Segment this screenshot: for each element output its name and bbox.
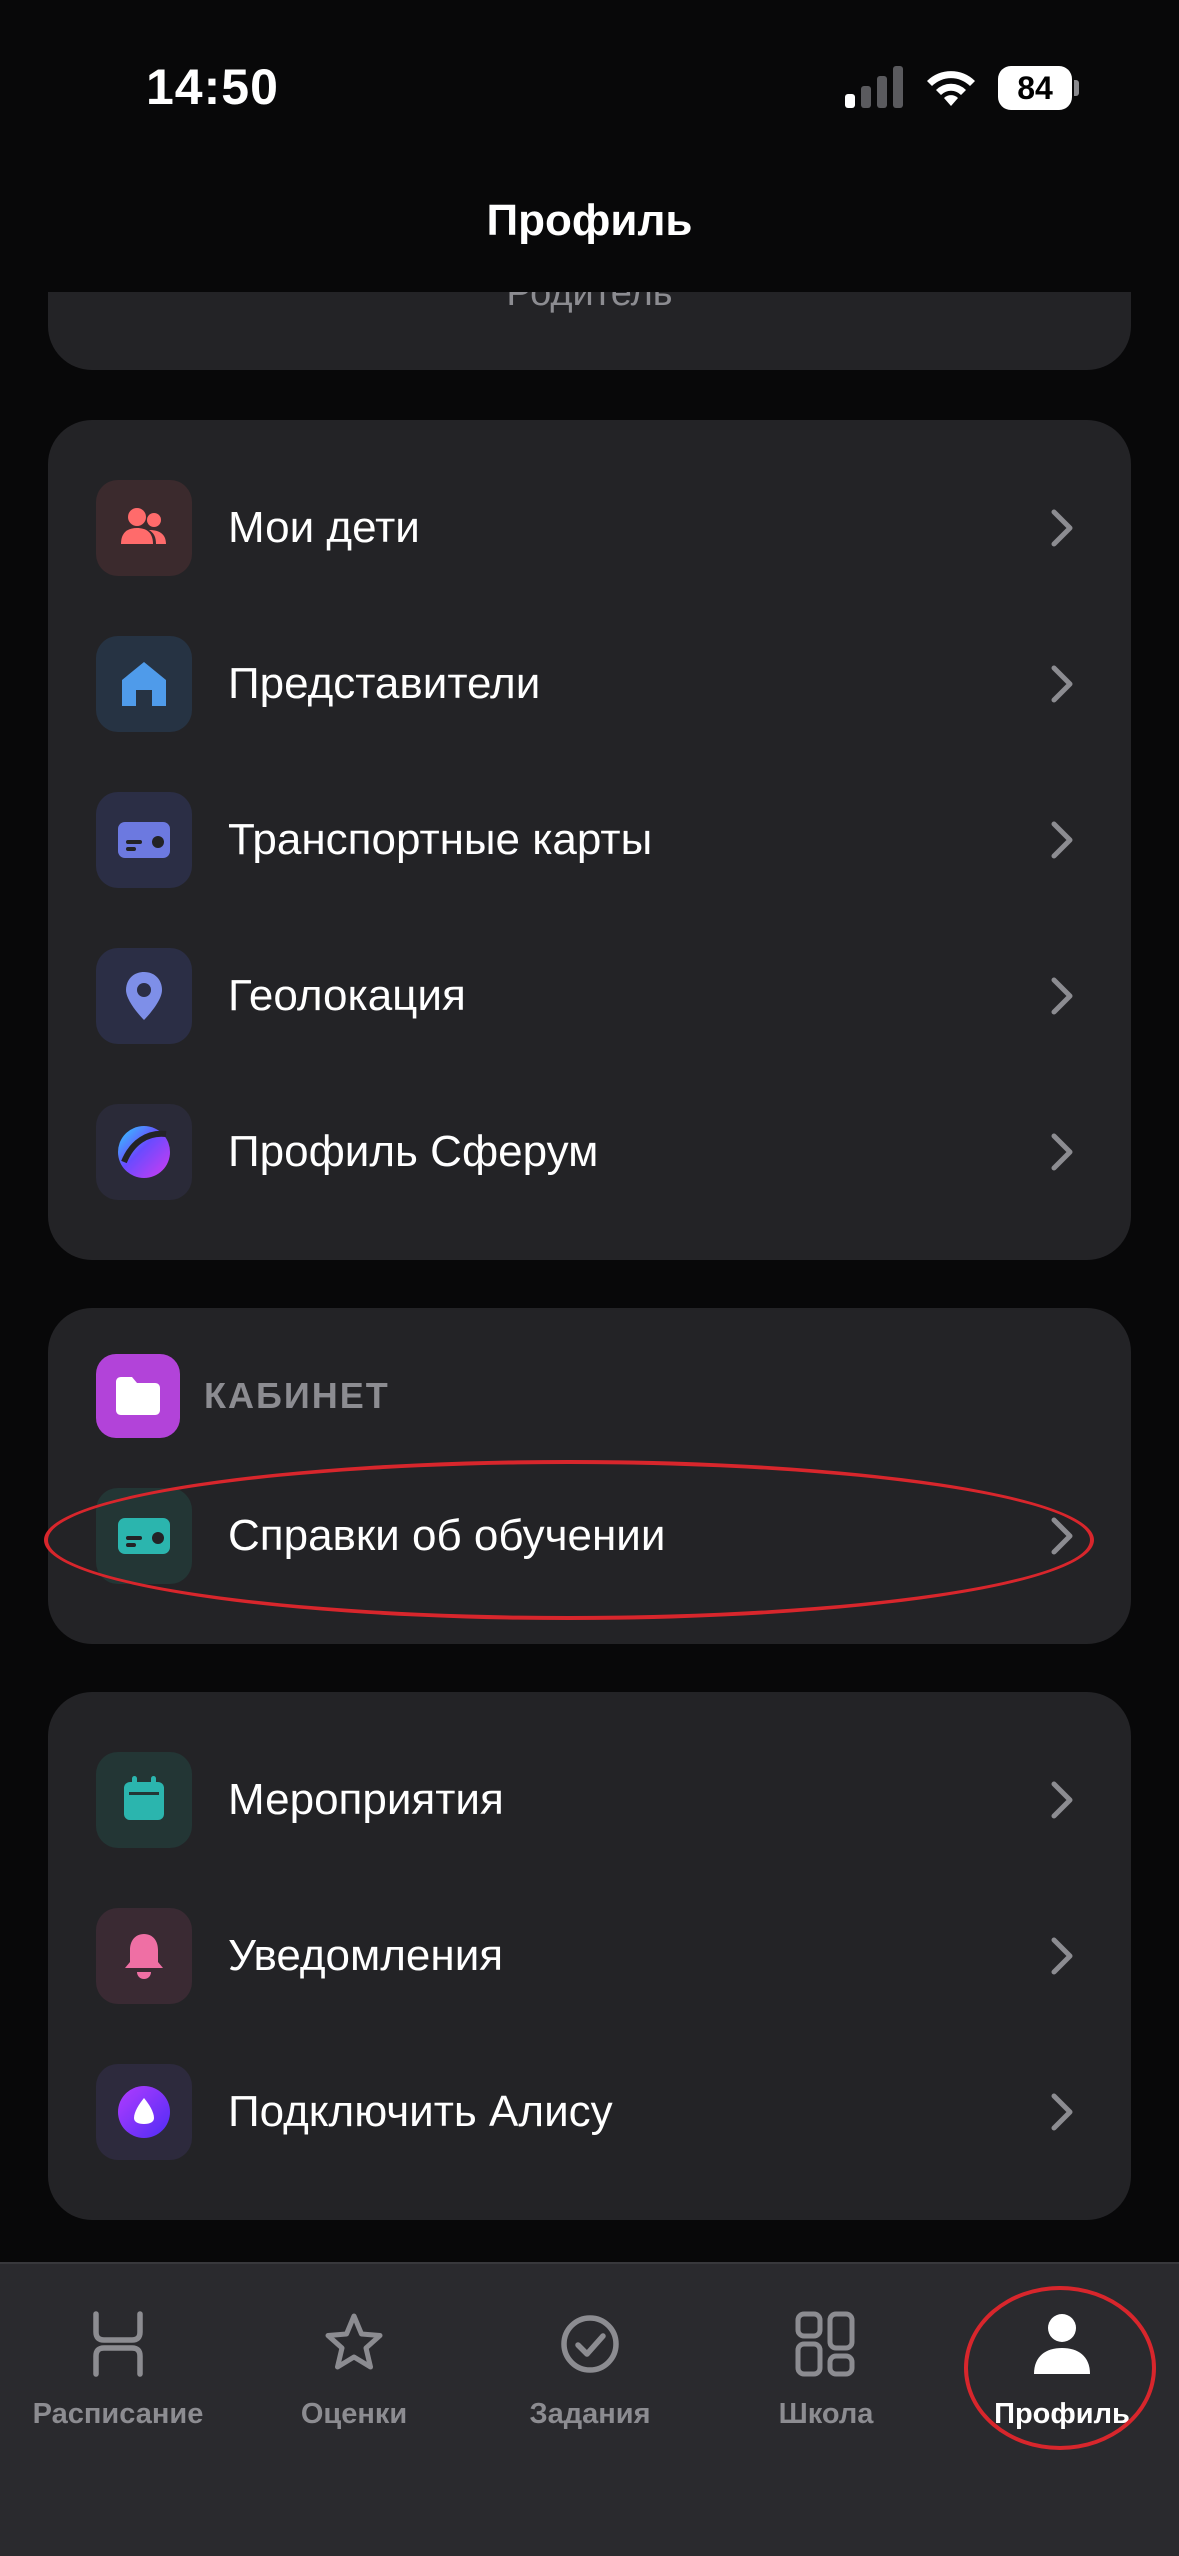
person-icon: [1034, 2314, 1090, 2374]
tab-grades[interactable]: Оценки: [236, 2264, 472, 2464]
chevron-right-icon: [1051, 1937, 1073, 1975]
cabinet-header: КАБИНЕТ: [48, 1354, 1131, 1438]
battery-tip: [1074, 80, 1079, 96]
check-circle-icon: [561, 2315, 619, 2373]
tab-profile[interactable]: Профиль: [944, 2264, 1179, 2464]
page-title: Профиль: [486, 196, 693, 245]
menu-item-label: Мои дети: [228, 503, 420, 552]
menu-item-notifications[interactable]: Уведомления: [48, 1878, 1131, 2034]
menu-item-label: Подключить Алису: [228, 2087, 613, 2136]
menu-item-education-certificates[interactable]: Справки об обучении: [48, 1458, 1131, 1614]
bottom-tab-bar: Расписание Оценки Задания Школа Профиль: [0, 2262, 1179, 2556]
cabinet-title: КАБИНЕТ: [204, 1375, 390, 1416]
chevron-right-icon: [1051, 1517, 1073, 1555]
chevron-right-icon: [1051, 821, 1073, 859]
profile-summary-card: Родитель: [48, 292, 1131, 370]
services-group: Мероприятия Уведомления Подключить Алису: [48, 1692, 1131, 2220]
menu-item-transport-cards[interactable]: Транспортные карты: [48, 762, 1131, 918]
chevron-right-icon: [1051, 1133, 1073, 1171]
chevron-right-icon: [1051, 2093, 1073, 2131]
status-time: 14:50: [146, 59, 279, 115]
chevron-right-icon: [1051, 665, 1073, 703]
menu-item-geolocation[interactable]: Геолокация: [48, 918, 1131, 1074]
cellular-signal-icon: [845, 66, 903, 108]
bell-icon: [96, 1908, 192, 2004]
cabinet-group: КАБИНЕТ Справки об обучении: [48, 1308, 1131, 1644]
profile-menu-group: Мои дети Представители Транспортные карт…: [48, 420, 1131, 1260]
school-grid-icon: [795, 2311, 855, 2377]
sferum-logo-icon: [96, 1104, 192, 1200]
location-pin-icon: [96, 948, 192, 1044]
tab-label: Задания: [529, 2398, 651, 2430]
menu-item-label: Представители: [228, 659, 541, 708]
status-bar: 14:50 84: [0, 0, 1179, 180]
folder-icon: [96, 1354, 180, 1438]
tab-label: Расписание: [32, 2398, 204, 2430]
home-icon: [96, 636, 192, 732]
calendar-icon: [96, 1752, 192, 1848]
menu-item-representatives[interactable]: Представители: [48, 606, 1131, 762]
menu-item-label: Справки об обучении: [228, 1511, 666, 1560]
tab-school[interactable]: Школа: [708, 2264, 944, 2464]
children-icon: [96, 480, 192, 576]
wifi-icon: [927, 71, 975, 106]
chevron-right-icon: [1051, 509, 1073, 547]
alice-icon: [96, 2064, 192, 2160]
chevron-right-icon: [1051, 1781, 1073, 1819]
profile-role: Родитель: [506, 292, 673, 314]
menu-item-label: Геолокация: [228, 971, 466, 1020]
tab-label: Профиль: [994, 2398, 1130, 2430]
menu-item-label: Профиль Сферум: [228, 1127, 599, 1176]
battery-icon: 84: [998, 66, 1079, 110]
chevron-right-icon: [1051, 977, 1073, 1015]
tab-schedule[interactable]: Расписание: [0, 2264, 236, 2464]
tab-label: Оценки: [300, 2398, 408, 2430]
schedule-icon: [93, 2311, 143, 2377]
certificate-card-icon: [96, 1488, 192, 1584]
menu-item-events[interactable]: Мероприятия: [48, 1722, 1131, 1878]
battery-level: 84: [998, 66, 1072, 110]
menu-item-sferum-profile[interactable]: Профиль Сферум: [48, 1074, 1131, 1230]
tab-assignments[interactable]: Задания: [472, 2264, 708, 2464]
transport-card-icon: [96, 792, 192, 888]
menu-item-connect-alice[interactable]: Подключить Алису: [48, 2034, 1131, 2190]
star-icon: [325, 2313, 383, 2370]
menu-item-my-children[interactable]: Мои дети: [48, 450, 1131, 606]
tab-label: Школа: [778, 2398, 874, 2430]
menu-item-label: Мероприятия: [228, 1775, 504, 1824]
menu-item-label: Уведомления: [228, 1931, 504, 1980]
menu-item-label: Транспортные карты: [228, 815, 653, 864]
